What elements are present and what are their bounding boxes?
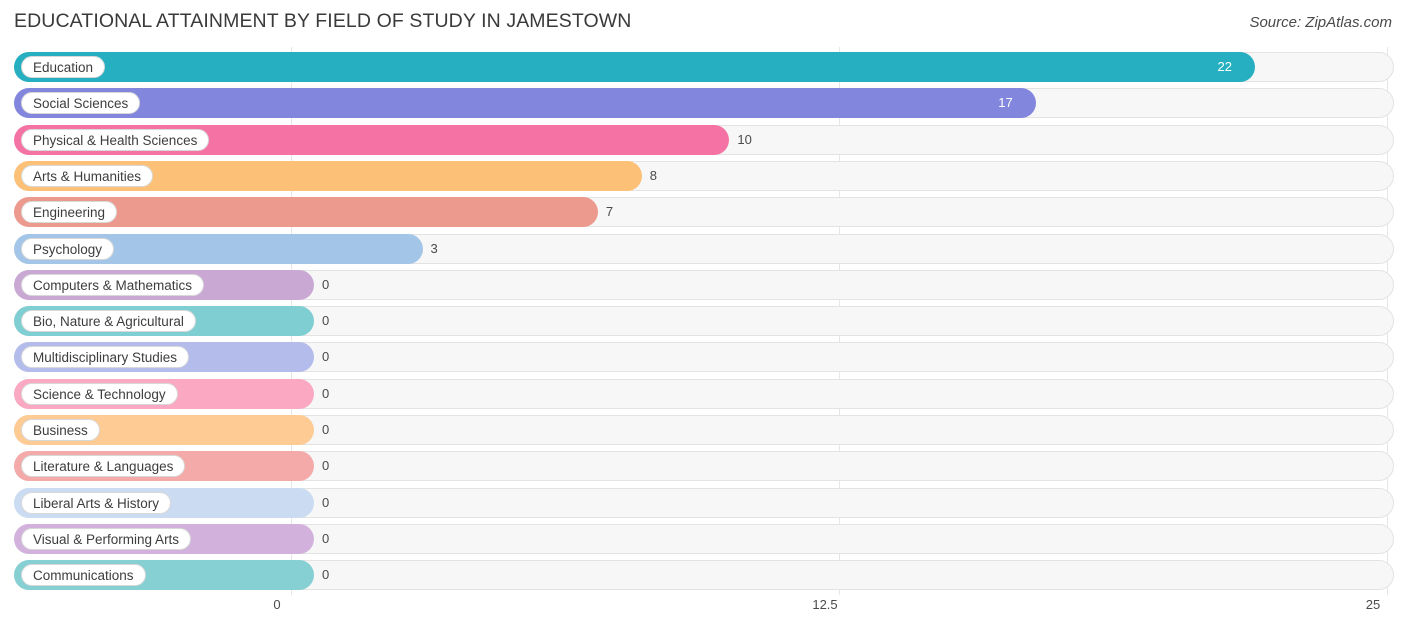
category-label: Bio, Nature & Agricultural xyxy=(21,310,196,333)
category-label: Education xyxy=(21,56,106,78)
category-label: Visual & Performing Arts xyxy=(21,527,192,550)
category-label: Literature & Languages xyxy=(21,455,186,478)
category-label: Physical & Health Sciences xyxy=(21,128,210,151)
table-row: Communications 0 xyxy=(14,560,1394,591)
table-row: Literature & Languages 0 xyxy=(14,451,1394,482)
page-title: EDUCATIONAL ATTAINMENT BY FIELD OF STUDY… xyxy=(14,10,632,32)
value-label: 0 xyxy=(322,276,330,292)
table-row: Bio, Nature & Agricultural 0 xyxy=(14,306,1394,337)
x-tick-1: 12.5 xyxy=(812,597,838,612)
category-label: Liberal Arts & History xyxy=(21,491,172,514)
category-label: Business xyxy=(21,419,100,441)
value-label: 0 xyxy=(322,494,330,510)
value-label: 3 xyxy=(430,240,438,256)
category-label: Social Sciences xyxy=(21,92,141,115)
value-label: 0 xyxy=(322,530,330,546)
value-label: 17 xyxy=(998,95,1013,111)
value-label: 7 xyxy=(605,204,614,220)
value-label: 0 xyxy=(322,313,330,329)
value-label: 0 xyxy=(322,385,330,401)
x-tick-0: 0 xyxy=(273,597,281,612)
category-label: Computers & Mathematics xyxy=(21,273,205,296)
table-row: Multidisciplinary Studies 0 xyxy=(14,342,1394,373)
x-tick-2: 25 xyxy=(1365,597,1381,612)
value-label: 8 xyxy=(649,167,657,183)
table-row: Engineering 7 xyxy=(14,197,1394,228)
category-label: Psychology xyxy=(21,237,115,260)
table-row: Visual & Performing Arts 0 xyxy=(14,523,1394,554)
table-row: Arts & Humanities 8 xyxy=(14,160,1394,191)
plot-area: Education 22 Social Sciences 17 Physical & H… xyxy=(14,47,1394,595)
category-label: Arts & Humanities xyxy=(21,164,154,187)
table-row: Physical & Health Sciences 10 xyxy=(14,124,1394,155)
table-row: Computers & Mathematics 0 xyxy=(14,269,1394,300)
category-label: Engineering xyxy=(21,201,118,224)
table-row: Business 0 xyxy=(14,415,1394,445)
table-row: Liberal Arts & History 0 xyxy=(14,487,1394,518)
category-label: Communications xyxy=(21,564,146,587)
bar xyxy=(14,52,1256,82)
x-axis: 0 12.5 25 xyxy=(14,597,1394,617)
value-label: 0 xyxy=(322,422,330,437)
source-label: Source: ZipAtlas.com xyxy=(1249,14,1392,31)
bar-rows: Education 22 Social Sciences 17 Physical & H… xyxy=(14,47,1394,595)
table-row: Psychology 3 xyxy=(14,233,1394,264)
table-row: Social Sciences 17 xyxy=(14,88,1394,119)
chart-page: EDUCATIONAL ATTAINMENT BY FIELD OF STUDY… xyxy=(0,0,1406,631)
bar xyxy=(14,88,1037,119)
value-label: 0 xyxy=(322,458,330,474)
category-label: Multidisciplinary Studies xyxy=(21,346,190,369)
value-label: 22 xyxy=(1217,59,1232,74)
category-label: Science & Technology xyxy=(21,382,178,405)
table-row: Science & Technology 0 xyxy=(14,378,1394,409)
value-label: 10 xyxy=(737,131,752,147)
value-label: 0 xyxy=(322,567,330,583)
value-label: 0 xyxy=(322,349,330,365)
table-row: Education 22 xyxy=(14,52,1394,82)
